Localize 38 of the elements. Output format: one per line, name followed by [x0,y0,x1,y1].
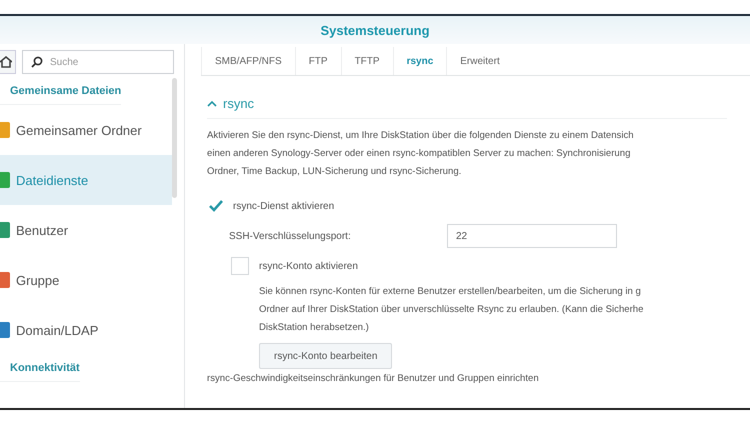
item-icon [0,322,10,338]
tab[interactable]: FTP [294,47,341,75]
section-title: rsync [223,96,254,110]
section-header[interactable]: rsync [207,88,727,119]
home-button[interactable] [0,50,16,74]
sidebar-item[interactable]: Benutzer [0,205,172,255]
sidebar-item[interactable]: Gemeinsamer Ordner [0,105,172,155]
speed-limit-text: rsync-Geschwindigkeitseinschränkungen für Benutzer und Gruppen einrichten [207,373,540,384]
note-text: DiskStation herabsetzen.) [259,321,369,335]
port-input-field[interactable]: 22 [447,224,617,248]
description-text: einen anderen Synology-Server oder einen rsync-kompatiblen Server zu machen: Synchronisierung [207,147,632,161]
sidebar-item[interactable]: Dateidienste [0,155,172,205]
description-text: Aktivieren Sie den rsync-Dienst, um Ihre DiskStation über die folgenden Dienste zu einem Datensich [207,129,635,143]
note-text: Sie können rsync-Konten für externe Benutzer erstellen/bearbeiten, um die Sicherung in g [259,285,641,299]
checkbox-label: rsync-Konto aktivieren [259,260,358,272]
checkbox[interactable] [231,257,249,275]
home-icon [0,56,12,68]
sidebar-item[interactable]: Gruppe [0,255,172,305]
edit-account-button[interactable]: rsync-Konto bearbeiten [259,343,392,369]
description-text: Ordner, Time Backup, LUN-Sicherung und rsync-Sicherung. [207,165,462,179]
window-title: Systemsteuerung [320,22,430,38]
item-icon [0,272,10,288]
sidebar-section-header[interactable]: Konnektivität [0,355,80,382]
search-field[interactable]: Suche [22,50,174,74]
sidebar-item[interactable]: Domain/LDAP [0,305,172,355]
item-icon [0,172,10,188]
tab[interactable]: Erweitert [446,47,513,75]
note-text: Ordner auf Ihrer DiskStation über unverschlüsselte Rsync zu erlauben. (Kann die Sicherhe [259,303,644,317]
scrollbar[interactable] [172,78,177,198]
item-icon [0,222,10,238]
tab[interactable]: SMB/AFP/NFS [201,47,295,75]
port-label: SSH-Verschlüsselungsport: [229,230,352,242]
item-icon [0,122,10,138]
sidebar-section-header[interactable]: Gemeinsame Dateien [0,78,122,105]
search-icon [31,56,43,68]
tab[interactable]: rsync [392,47,446,75]
tab[interactable]: TFTP [340,47,393,75]
checkbox-label: rsync-Dienst aktivieren [233,200,334,212]
